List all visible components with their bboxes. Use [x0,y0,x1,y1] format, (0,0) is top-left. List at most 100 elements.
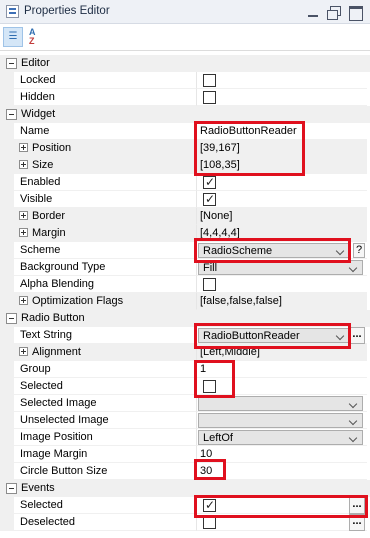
property-row-margin: Margin [4,4,4,4] [0,225,370,242]
property-row-optimization-flags: Optimization Flags [false,false,false] [0,293,370,310]
property-row-image-position: Image Position LeftOf [0,429,370,446]
help-button[interactable]: ? [353,243,365,258]
chevron-down-icon [336,329,346,343]
selected-checkbox[interactable] [203,380,216,393]
property-row-locked: Locked [0,72,370,89]
circle-button-size-value[interactable]: 30 [200,465,212,477]
property-row-unselected-image: Unselected Image [0,412,370,429]
event-deselected-ellipsis-button[interactable]: ... [349,514,365,531]
name-value[interactable]: RadioButtonReader [200,125,297,137]
category-editor[interactable]: Editor [0,55,370,72]
property-label: Selected [20,499,63,511]
property-label: Size [32,159,54,171]
group-value[interactable]: 1 [200,363,206,375]
toolbar: ☰ AZ [0,24,370,51]
property-label: Scheme [20,244,61,256]
property-label: Circle Button Size [20,465,108,477]
property-label: Selected [20,380,63,392]
property-row-enabled: Enabled [0,174,370,191]
property-row-text-string: Text String RadioButtonReader ... [0,327,370,344]
border-value[interactable]: [None] [200,210,232,222]
property-row-image-margin: Image Margin 10 [0,446,370,463]
property-row-scheme: Scheme RadioScheme ? [0,242,370,259]
property-row-background-type: Background Type Fill [0,259,370,276]
property-label: Border [32,210,66,222]
collapse-icon[interactable] [6,58,17,69]
text-string-value: RadioButtonReader [203,330,300,342]
alphabetical-sort-icon[interactable]: AZ [27,27,47,47]
text-string-ellipsis-button[interactable]: ... [349,327,365,344]
property-row-alignment: Alignment [Left,Middle] [0,344,370,361]
category-events[interactable]: Events [0,480,370,497]
event-selected-checkbox[interactable] [203,498,216,512]
expand-icon[interactable] [19,228,28,237]
category-label: Radio Button [21,312,85,324]
scheme-dropdown[interactable]: RadioScheme [198,243,350,258]
property-row-selected-image: Selected Image [0,395,370,412]
image-position-value: LeftOf [203,432,233,444]
alpha-blending-checkbox[interactable] [203,278,216,291]
property-label: Hidden [20,91,55,103]
expand-icon[interactable] [19,160,28,169]
property-label: Position [32,142,72,154]
event-selected-ellipsis-button[interactable]: ... [349,497,365,514]
image-margin-value[interactable]: 10 [200,448,212,460]
property-row-alpha-blending: Alpha Blending [0,276,370,293]
background-type-value: Fill [203,262,218,274]
selected-image-dropdown[interactable] [198,396,363,411]
property-label: Selected Image [20,397,97,409]
property-label: Image Position [20,431,93,443]
chevron-down-icon [349,261,359,275]
collapse-icon[interactable] [6,483,17,494]
locked-checkbox[interactable] [203,74,216,87]
property-label: Image Margin [20,448,88,460]
property-row-event-selected: Selected ... [0,497,370,514]
minimize-button[interactable] [305,4,321,20]
category-label: Events [21,482,55,494]
enabled-checkbox[interactable] [203,175,216,189]
property-label: Unselected Image [20,414,109,426]
size-value[interactable]: [108,35] [200,159,240,171]
position-value[interactable]: [39,167] [200,142,240,154]
property-label: Alpha Blending [20,278,95,290]
property-label: Margin [32,227,66,239]
window-title: Properties Editor [24,5,110,17]
collapse-icon[interactable] [6,313,17,324]
property-row-event-deselected: Deselected ... [0,514,370,531]
expand-icon[interactable] [19,143,28,152]
property-label: Locked [20,74,56,86]
chevron-down-icon [349,414,359,428]
property-label: Optimization Flags [32,295,124,307]
scheme-value: RadioScheme [203,245,273,257]
restore-button[interactable] [325,4,341,20]
properties-window-icon [6,5,19,18]
maximize-button[interactable] [347,4,363,21]
chevron-down-icon [349,431,359,445]
category-radio-button[interactable]: Radio Button [0,310,370,327]
property-label: Enabled [20,176,61,188]
text-string-dropdown[interactable]: RadioButtonReader [198,328,350,343]
background-type-dropdown[interactable]: Fill [198,260,363,275]
alignment-value[interactable]: [Left,Middle] [200,346,260,358]
hidden-checkbox[interactable] [203,91,216,104]
property-label: Visible [20,193,53,205]
property-row-circle-button-size: Circle Button Size 30 [0,463,370,480]
visible-checkbox[interactable] [203,192,216,206]
optimization-flags-value[interactable]: [false,false,false] [200,295,282,307]
category-widget[interactable]: Widget [0,106,370,123]
property-label: Group [20,363,51,375]
categorized-sort-icon[interactable]: ☰ [3,27,23,47]
property-row-visible: Visible [0,191,370,208]
image-position-dropdown[interactable]: LeftOf [198,430,363,445]
expand-icon[interactable] [19,347,28,356]
expand-icon[interactable] [19,211,28,220]
event-deselected-checkbox[interactable] [203,516,216,529]
collapse-icon[interactable] [6,109,17,120]
expand-icon[interactable] [19,296,28,305]
category-label: Widget [21,108,56,120]
unselected-image-dropdown[interactable] [198,413,363,428]
property-row-name: Name RadioButtonReader [0,123,370,140]
margin-value[interactable]: [4,4,4,4] [200,227,240,239]
chevron-down-icon [336,244,346,258]
property-label: Text String [20,329,72,341]
